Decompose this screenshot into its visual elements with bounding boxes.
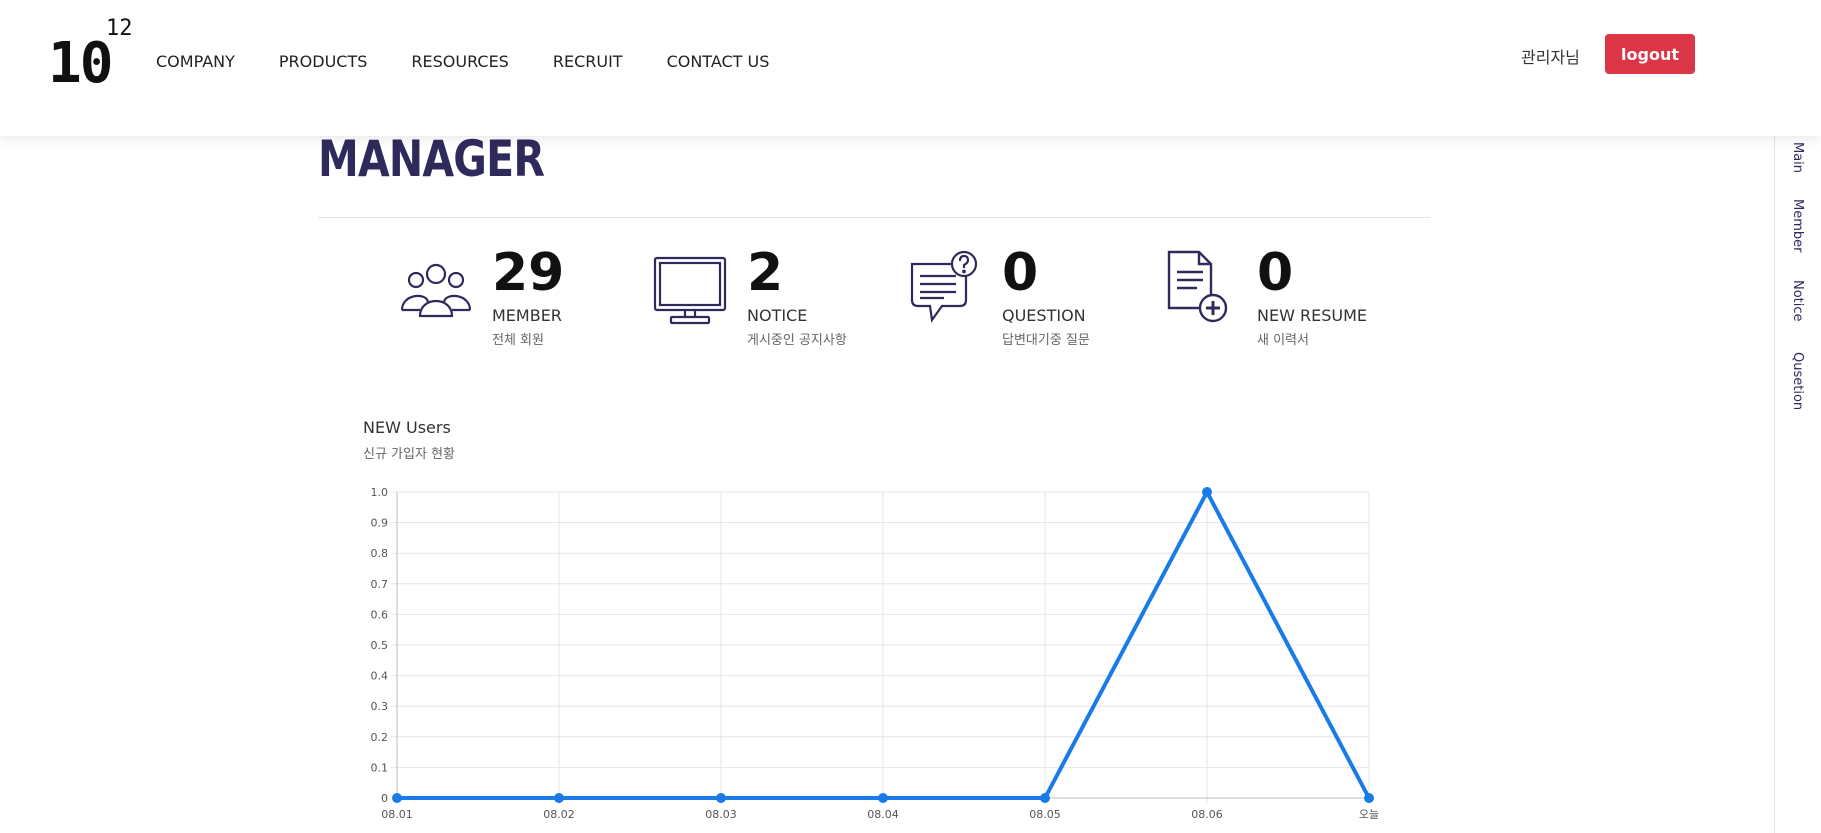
data-point [392, 793, 402, 803]
data-point [878, 793, 888, 803]
stat-question-value: 0 [1002, 243, 1039, 303]
stat-new-resume: 0 NEW RESUME 새 이력서 [1163, 240, 1403, 350]
nav-company[interactable]: COMPANY [156, 52, 235, 71]
data-point [1202, 487, 1212, 497]
y-tick-label: 0.7 [371, 578, 389, 591]
y-tick-label: 0.6 [371, 608, 389, 621]
stat-member-sub: 전체 회원 [492, 333, 544, 348]
y-tick-label: 0.1 [371, 761, 389, 774]
users-icon [400, 263, 472, 318]
x-tick-label: 오늘 [1359, 808, 1379, 821]
stat-resume-sub: 새 이력서 [1257, 333, 1309, 348]
nav-resources[interactable]: RESOURCES [411, 52, 508, 71]
logo-main: 10 [48, 31, 113, 96]
data-point [1040, 793, 1050, 803]
main-nav: COMPANY PRODUCTS RESOURCES RECRUIT CONTA… [156, 52, 813, 71]
x-tick-label: 08.04 [867, 808, 899, 821]
y-tick-label: 0.5 [371, 639, 389, 652]
header: 10 12 COMPANY PRODUCTS RESOURCES RECRUIT… [0, 0, 1821, 136]
y-tick-label: 0.3 [371, 700, 389, 713]
x-tick-label: 08.06 [1191, 808, 1223, 821]
y-tick-label: 0.8 [371, 547, 389, 560]
stat-notice: 2 NOTICE 게시중인 공지사항 [653, 240, 893, 350]
stat-resume-value: 0 [1257, 243, 1294, 303]
x-tick-label: 08.01 [381, 808, 413, 821]
x-tick-label: 08.03 [705, 808, 737, 821]
x-tick-label: 08.05 [1029, 808, 1061, 821]
logo-sup: 12 [106, 16, 133, 41]
sidebar-link-question[interactable]: Qusetion [1790, 352, 1805, 410]
sidebar-link-notice[interactable]: Notice [1790, 280, 1805, 322]
logo[interactable]: 10 12 [48, 16, 138, 94]
chart-title: NEW Users [363, 418, 451, 437]
y-tick-label: 0 [381, 792, 388, 805]
data-point [716, 793, 726, 803]
document-add-icon [1167, 250, 1228, 323]
nav-contact-us[interactable]: CONTACT US [667, 52, 770, 71]
nav-recruit[interactable]: RECRUIT [553, 52, 623, 71]
stat-member-value: 29 [492, 243, 565, 303]
stat-member: 29 MEMBER 전체 회원 [398, 240, 638, 350]
chart-subtitle: 신규 가입자 현황 [363, 447, 455, 462]
y-tick-label: 0.9 [371, 517, 389, 530]
question-chat-icon [910, 250, 978, 323]
sidebar-divider [1774, 136, 1775, 833]
data-point [1364, 793, 1374, 803]
stat-notice-label: NOTICE [747, 306, 808, 325]
stat-question-label: QUESTION [1002, 306, 1086, 325]
stat-notice-sub: 게시중인 공지사항 [747, 333, 847, 348]
data-point [554, 793, 564, 803]
monitor-icon [653, 256, 727, 325]
y-tick-label: 0.2 [371, 731, 389, 744]
stat-notice-value: 2 [747, 243, 784, 303]
stat-question-sub: 답변대기중 질문 [1002, 333, 1090, 348]
nav-products[interactable]: PRODUCTS [279, 52, 368, 71]
x-tick-label: 08.02 [543, 808, 575, 821]
series-line [397, 490, 1371, 800]
stat-member-label: MEMBER [492, 306, 562, 325]
sidebar-link-member[interactable]: Member [1790, 199, 1805, 252]
y-tick-label: 0.4 [371, 670, 389, 683]
logout-button[interactable]: logout [1605, 34, 1695, 74]
page-title: MANAGER [318, 130, 545, 188]
y-tick-label: 1.0 [371, 486, 389, 499]
stat-resume-label: NEW RESUME [1257, 306, 1367, 325]
sidebar-link-main[interactable]: Main [1790, 142, 1805, 173]
divider [318, 217, 1430, 218]
stat-question: 0 QUESTION 답변대기중 질문 [908, 240, 1148, 350]
admin-name: 관리자님 [1521, 48, 1580, 67]
